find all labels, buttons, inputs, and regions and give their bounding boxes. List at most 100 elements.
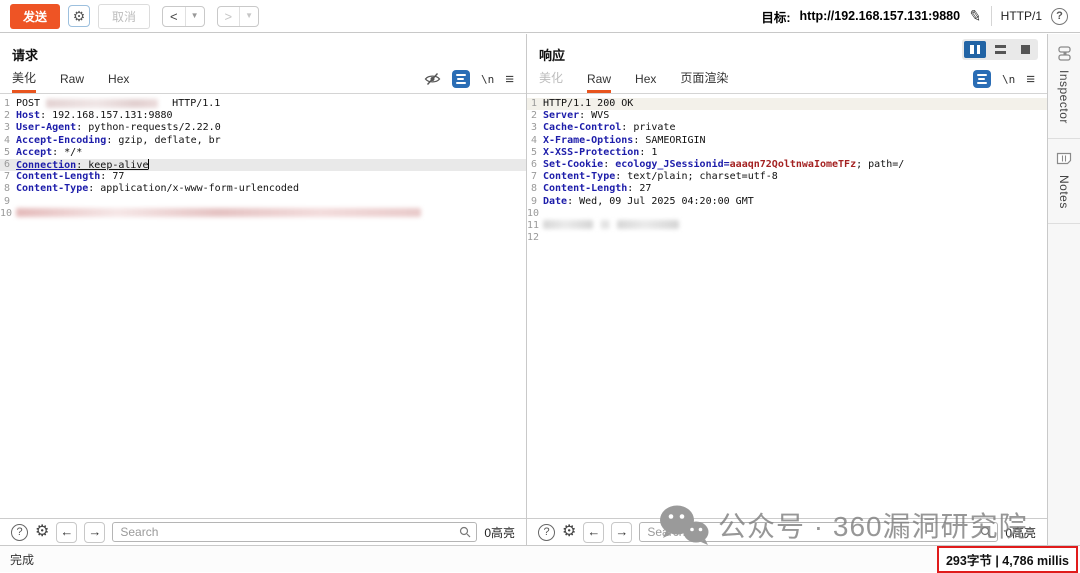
code-text: : 192.168.157.131:9880: [40, 110, 172, 121]
code-line[interactable]: 9Date: Wed, 09 Jul 2025 04:20:00 GMT: [527, 196, 1047, 208]
sidebar-tab-label: Inspector: [1057, 70, 1071, 124]
status-bar: 完成 293字节 | 4,786 millis: [0, 545, 1080, 572]
hide-nonprinting-eye-slash-icon[interactable]: [424, 72, 441, 86]
code-line[interactable]: 1POST HTTP/1.1: [0, 98, 526, 110]
search-help-icon[interactable]: ?: [11, 524, 28, 541]
code-line[interactable]: 5Accept: */*: [0, 147, 526, 159]
code-line[interactable]: 7Content-Type: text/plain; charset=utf-8: [527, 171, 1047, 183]
search-settings-gear-icon[interactable]: ⚙: [35, 524, 49, 540]
code-text: : */*: [52, 147, 82, 158]
history-forward-dropdown-icon[interactable]: ▼: [239, 7, 258, 26]
target-url: http://192.168.157.131:9880: [800, 9, 961, 23]
response-editor-icons: \n ≡: [973, 70, 1035, 93]
line-number: 7: [0, 171, 16, 183]
edit-target-pencil-icon[interactable]: ✎: [968, 6, 984, 26]
code-line[interactable]: 10: [0, 208, 526, 220]
search-prev-button[interactable]: ←: [583, 522, 604, 543]
request-editor[interactable]: 1POST HTTP/1.12Host: 192.168.157.131:988…: [0, 94, 526, 518]
pretty-print-icon[interactable]: [973, 70, 991, 88]
code-line[interactable]: 5X-XSS-Protection: 1: [527, 147, 1047, 159]
code-line[interactable]: 6Set-Cookie: ecology_JSessionid=aaaqn72Q…: [527, 159, 1047, 171]
code-line[interactable]: 3Cache-Control: private: [527, 122, 1047, 134]
code-line[interactable]: 8Content-Type: application/x-www-form-ur…: [0, 183, 526, 195]
layout-tabs-button[interactable]: [1014, 41, 1036, 58]
request-panel: 请求 美化 Raw Hex \n ≡ 1POST HTTP/1.12Host: 19…: [0, 34, 527, 545]
search-help-icon[interactable]: ?: [538, 524, 555, 541]
code-line[interactable]: 2Host: 192.168.157.131:9880: [0, 110, 526, 122]
top-toolbar: 发送 ⚙ 取消 < ▼ > ▼ 目标: http://192.168.157.1…: [0, 0, 1080, 33]
help-icon[interactable]: ?: [1051, 8, 1068, 25]
tab[interactable]: 美化: [539, 69, 563, 93]
history-forward-button[interactable]: >: [218, 7, 240, 26]
code-line[interactable]: 2Server: WVS: [527, 110, 1047, 122]
request-search-input[interactable]: [112, 522, 477, 542]
tab[interactable]: Raw: [60, 72, 84, 93]
code-text: ; path=/: [856, 159, 904, 170]
header-name: Content-Length: [543, 183, 627, 194]
sidebar-tab-notes[interactable]: Notes: [1048, 139, 1080, 224]
header-name: Date: [543, 196, 567, 207]
request-search-box: [112, 522, 477, 542]
search-next-button[interactable]: →: [611, 522, 632, 543]
response-editor[interactable]: 1HTTP/1.1 200 OK2Server: WVS3Cache-Contr…: [527, 94, 1047, 518]
tab[interactable]: Hex: [108, 72, 129, 93]
code-text: : gzip, deflate, br: [106, 135, 220, 146]
request-tabs: 美化 Raw Hex: [12, 69, 129, 93]
line-number: 5: [527, 147, 543, 159]
search-settings-gear-icon[interactable]: ⚙: [562, 524, 576, 540]
tab[interactable]: 页面渲染: [680, 69, 728, 93]
layout-toggle-group: [962, 39, 1038, 60]
line-number: 8: [527, 183, 543, 195]
history-back-dropdown-icon[interactable]: ▼: [185, 7, 204, 26]
code-text: : private: [621, 122, 675, 133]
cancel-button[interactable]: 取消: [98, 4, 150, 29]
code-text: ecology_JSessionid=: [615, 159, 729, 170]
sidebar-tab-inspector[interactable]: Inspector: [1048, 34, 1080, 139]
code-line[interactable]: 9: [0, 196, 526, 208]
header-name: Host: [16, 110, 40, 121]
code-line[interactable]: 6Connection: keep-alive: [0, 159, 526, 171]
request-panel-title: 请求: [0, 34, 526, 67]
code-line[interactable]: 4X-Frame-Options: SAMEORIGIN: [527, 135, 1047, 147]
redacted-blur: [543, 220, 593, 229]
tab[interactable]: Hex: [635, 72, 656, 93]
tab[interactable]: 美化: [12, 69, 36, 93]
header-name: Cache-Control: [543, 122, 621, 133]
code-line[interactable]: 10: [527, 208, 1047, 220]
header-name: Content-Type: [543, 171, 615, 182]
line-number: 11: [527, 220, 543, 232]
send-settings-gear-icon[interactable]: ⚙: [68, 5, 90, 27]
code-text: :: [603, 159, 615, 170]
tab[interactable]: Raw: [587, 72, 611, 93]
http-version-selector[interactable]: HTTP/1: [1001, 9, 1042, 23]
editor-menu-icon[interactable]: ≡: [505, 72, 514, 87]
show-newlines-icon[interactable]: \n: [481, 73, 494, 86]
search-prev-button[interactable]: ←: [56, 522, 77, 543]
layout-rows-button[interactable]: [989, 41, 1011, 58]
code-line[interactable]: 1HTTP/1.1 200 OK: [527, 98, 1047, 110]
line-number: 8: [0, 183, 16, 195]
header-name: X-XSS-Protection: [543, 147, 639, 158]
editor-menu-icon[interactable]: ≡: [1026, 72, 1035, 87]
send-button[interactable]: 发送: [10, 4, 60, 29]
redacted-blur: [46, 99, 158, 108]
layout-columns-button[interactable]: [964, 41, 986, 58]
code-line[interactable]: 12: [527, 232, 1047, 244]
code-line[interactable]: 8Content-Length: 27: [527, 183, 1047, 195]
code-text: : application/x-www-form-urlencoded: [88, 183, 299, 194]
code-text: : 27: [627, 183, 651, 194]
code-line[interactable]: 7Content-Length: 77: [0, 171, 526, 183]
redacted-blur: [617, 220, 679, 229]
show-newlines-icon[interactable]: \n: [1002, 73, 1015, 86]
code-text: : 77: [100, 171, 124, 182]
code-line[interactable]: 3User-Agent: python-requests/2.22.0: [0, 122, 526, 134]
response-tabs: 美化 Raw Hex 页面渲染: [539, 69, 728, 93]
code-line[interactable]: 4Accept-Encoding: gzip, deflate, br: [0, 135, 526, 147]
response-search-input[interactable]: [639, 522, 998, 542]
text-caret: [148, 159, 149, 169]
search-next-button[interactable]: →: [84, 522, 105, 543]
history-back-button[interactable]: <: [163, 7, 185, 26]
code-line[interactable]: 11: [527, 220, 1047, 232]
header-name: X-Frame-Options: [543, 135, 633, 146]
pretty-print-icon[interactable]: [452, 70, 470, 88]
